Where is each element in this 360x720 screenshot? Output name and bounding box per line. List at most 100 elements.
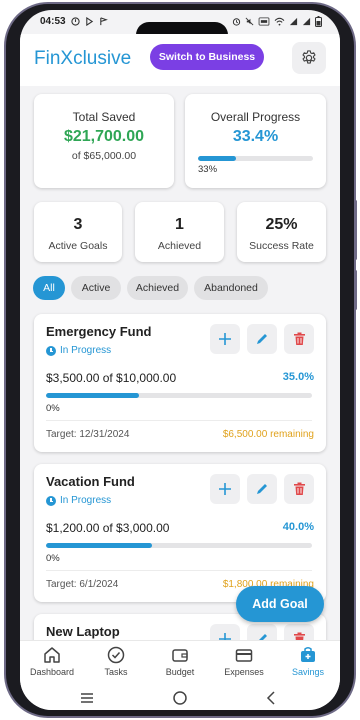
signal-icon [302, 17, 311, 26]
stat-value: 25% [265, 216, 298, 233]
success-rate-stat: 25% Success Rate [237, 202, 326, 262]
filter-active-chip[interactable]: Active [71, 276, 121, 300]
goal-name: Vacation Fund [46, 474, 135, 489]
nav-expenses[interactable]: Expenses [212, 645, 276, 685]
nav-dashboard[interactable]: Dashboard [20, 645, 84, 685]
app-header: FinXclusive Switch to Business [20, 34, 340, 86]
status-right [232, 16, 322, 27]
goal-amount: $1,200.00 of $3,000.00 [46, 521, 170, 535]
home-icon [44, 647, 60, 663]
nav-label: Dashboard [29, 667, 75, 677]
goal-progress-bar [46, 393, 312, 398]
overall-progress-value: 33.4% [232, 128, 279, 145]
battery-icon [315, 16, 322, 27]
card-icon [235, 649, 253, 662]
home-circle-icon[interactable] [172, 690, 188, 706]
edit-goal-button[interactable] [247, 324, 277, 354]
goal-percent: 40.0% [282, 521, 314, 533]
goal-remaining: $6,500.00 remaining [222, 429, 314, 440]
achieved-stat: 1 Achieved [135, 202, 224, 262]
trash-icon [293, 482, 305, 495]
alarm-icon [232, 18, 241, 26]
stat-label: Achieved [157, 240, 202, 252]
nav-budget[interactable]: Budget [148, 645, 212, 685]
stat-value: 1 [175, 216, 184, 233]
add-funds-button[interactable] [210, 324, 240, 354]
pencil-icon [257, 334, 267, 344]
stat-label: Success Rate [249, 240, 314, 252]
nav-label: Expenses [224, 667, 264, 677]
bottom-nav: Dashboard Tasks Budget Expenses Savings [20, 640, 340, 686]
nav-label: Savings [291, 667, 325, 677]
goal-divider [46, 420, 312, 421]
overall-progress-bar-label: 33% [198, 164, 218, 175]
clock-icon [46, 345, 56, 356]
stat-label: Active Goals [48, 240, 108, 252]
pencil-icon [257, 484, 267, 494]
filter-all-chip[interactable]: All [33, 276, 65, 300]
signal-icon [289, 17, 298, 26]
plus-icon [219, 333, 231, 345]
goal-progress-bar [46, 543, 312, 548]
total-saved-value: $21,700.00 [63, 128, 145, 145]
active-goals-stat: 3 Active Goals [34, 202, 122, 262]
delete-goal-button[interactable] [284, 474, 314, 504]
goal-card-emergency-fund[interactable]: Emergency Fund In Progress $3,500.00 of … [34, 314, 326, 452]
overall-progress-bar [198, 156, 313, 161]
goal-target-date: Target: 6/1/2024 [46, 579, 119, 590]
goal-status: In Progress [46, 495, 111, 506]
status-time: 04:53 [40, 16, 66, 27]
goal-status: In Progress [46, 345, 111, 356]
goal-amount: $3,500.00 of $10,000.00 [46, 371, 177, 385]
goal-bar-label: 0% [46, 553, 60, 564]
settings-button[interactable] [292, 42, 326, 74]
filter-abandoned-chip[interactable]: Abandoned [194, 276, 268, 300]
goal-status-label: In Progress [60, 495, 112, 506]
plus-icon [219, 483, 231, 495]
goal-name: Emergency Fund [46, 324, 152, 339]
flag-icon [99, 17, 108, 26]
filter-achieved-chip[interactable]: Achieved [127, 276, 188, 300]
goal-percent: 35.0% [282, 371, 314, 383]
add-goal-button[interactable]: Add Goal [236, 586, 324, 622]
gear-icon [302, 50, 316, 64]
wallet-icon [172, 649, 188, 662]
status-left: 04:53 [40, 16, 108, 27]
delete-goal-button[interactable] [284, 324, 314, 354]
nav-label: Budget [165, 667, 195, 677]
recent-apps-icon[interactable] [80, 692, 94, 704]
switch-to-business-button[interactable]: Switch to Business [150, 44, 264, 70]
nav-label: Tasks [104, 667, 128, 677]
mute-icon [245, 17, 254, 26]
goal-name: New Laptop [46, 624, 120, 639]
app-screen: 04:53 FinXclusive Switch to Business Tot… [20, 10, 340, 710]
overall-progress-title: Overall Progress [210, 110, 301, 124]
goal-divider [46, 570, 312, 571]
nav-savings[interactable]: Savings [276, 645, 340, 685]
edit-goal-button[interactable] [247, 474, 277, 504]
clock-icon [46, 495, 56, 506]
phone-frame: 04:53 FinXclusive Switch to Business Tot… [0, 0, 360, 720]
back-icon[interactable] [266, 691, 276, 705]
play-icon [85, 17, 93, 26]
app-brand: FinXclusive [34, 48, 132, 69]
goal-progress-fill [46, 393, 140, 398]
total-saved-card: Total Saved $21,700.00 of $65,000.00 [34, 94, 174, 188]
goal-card-vacation-fund[interactable]: Vacation Fund In Progress $1,200.00 of $… [34, 464, 326, 602]
add-funds-button[interactable] [210, 474, 240, 504]
stat-value: 3 [73, 216, 83, 233]
alert-icon [70, 17, 80, 26]
goal-target-date: Target: 12/31/2024 [46, 429, 130, 440]
total-saved-goal: of $65,000.00 [71, 150, 137, 162]
check-circle-icon [107, 646, 125, 664]
overall-progress-card: Overall Progress 33.4% 33% [185, 94, 326, 188]
trash-icon [293, 332, 305, 345]
wifi-icon [274, 17, 285, 26]
goal-progress-fill [46, 543, 153, 548]
goal-status-label: In Progress [60, 345, 112, 356]
nav-tasks[interactable]: Tasks [84, 645, 148, 685]
overall-progress-fill [198, 156, 237, 161]
volte-icon [258, 17, 270, 26]
savings-icon [301, 647, 315, 662]
system-nav-bar [20, 686, 340, 710]
